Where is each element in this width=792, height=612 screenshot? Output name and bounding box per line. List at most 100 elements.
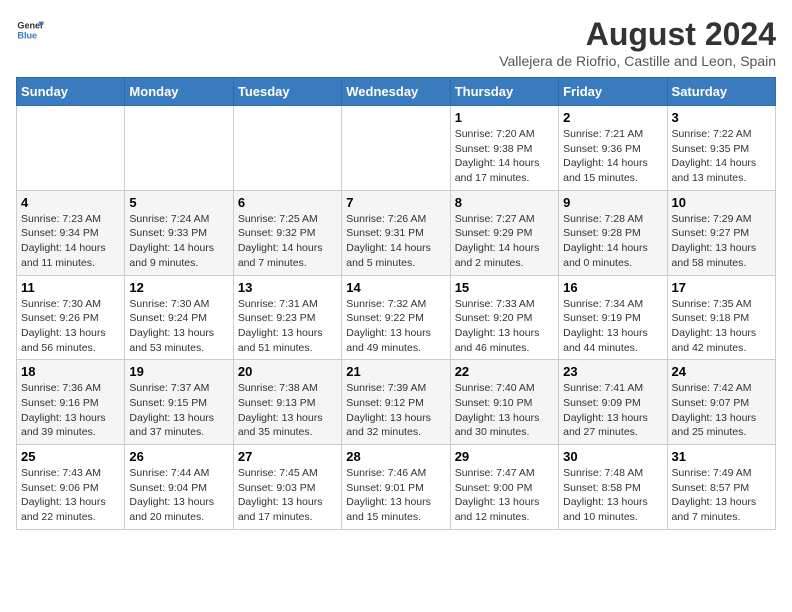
day-number: 2 — [563, 110, 662, 125]
day-info: Sunrise: 7:45 AM Sunset: 9:03 PM Dayligh… — [238, 466, 337, 525]
day-number: 12 — [129, 280, 228, 295]
day-number: 14 — [346, 280, 445, 295]
logo-icon: General Blue — [16, 16, 44, 44]
calendar-cell: 6 Sunrise: 7:25 AM Sunset: 9:32 PM Daylig… — [233, 190, 341, 275]
day-number: 10 — [672, 195, 771, 210]
calendar-cell: 10 Sunrise: 7:29 AM Sunset: 9:27 PM Dayli… — [667, 190, 775, 275]
day-number: 4 — [21, 195, 120, 210]
day-info: Sunrise: 7:41 AM Sunset: 9:09 PM Dayligh… — [563, 381, 662, 440]
day-number: 16 — [563, 280, 662, 295]
calendar-cell: 17 Sunrise: 7:35 AM Sunset: 9:18 PM Dayli… — [667, 275, 775, 360]
day-info: Sunrise: 7:31 AM Sunset: 9:23 PM Dayligh… — [238, 297, 337, 356]
day-info: Sunrise: 7:44 AM Sunset: 9:04 PM Dayligh… — [129, 466, 228, 525]
day-number: 30 — [563, 449, 662, 464]
day-info: Sunrise: 7:40 AM Sunset: 9:10 PM Dayligh… — [455, 381, 554, 440]
calendar-cell: 24Sunrise: 7:42 AM Sunset: 9:07 PM Dayli… — [667, 360, 775, 445]
day-number: 27 — [238, 449, 337, 464]
calendar-cell: 29Sunrise: 7:47 AM Sunset: 9:00 PM Dayli… — [450, 445, 558, 530]
weekday-header-sunday: Sunday — [17, 78, 125, 106]
calendar-cell: 16 Sunrise: 7:34 AM Sunset: 9:19 PM Dayli… — [559, 275, 667, 360]
day-info: Sunrise: 7:43 AM Sunset: 9:06 PM Dayligh… — [21, 466, 120, 525]
day-info: Sunrise: 7:21 AM Sunset: 9:36 PM Dayligh… — [563, 127, 662, 186]
calendar-cell: 13 Sunrise: 7:31 AM Sunset: 9:23 PM Dayli… — [233, 275, 341, 360]
day-number: 9 — [563, 195, 662, 210]
day-info: Sunrise: 7:38 AM Sunset: 9:13 PM Dayligh… — [238, 381, 337, 440]
day-info: Sunrise: 7:26 AM Sunset: 9:31 PM Dayligh… — [346, 212, 445, 271]
calendar-cell — [233, 106, 341, 191]
day-info: Sunrise: 7:35 AM Sunset: 9:18 PM Dayligh… — [672, 297, 771, 356]
calendar-table: SundayMondayTuesdayWednesdayThursdayFrid… — [16, 77, 776, 530]
calendar-cell: 26 Sunrise: 7:44 AM Sunset: 9:04 PM Dayli… — [125, 445, 233, 530]
day-number: 29 — [455, 449, 554, 464]
svg-text:Blue: Blue — [17, 30, 37, 40]
day-info: Sunrise: 7:25 AM Sunset: 9:32 PM Dayligh… — [238, 212, 337, 271]
calendar-cell: 31 Sunrise: 7:49 AM Sunset: 8:57 PM Dayli… — [667, 445, 775, 530]
calendar-cell: 5 Sunrise: 7:24 AM Sunset: 9:33 PM Daylig… — [125, 190, 233, 275]
day-info: Sunrise: 7:36 AM Sunset: 9:16 PM Dayligh… — [21, 381, 120, 440]
calendar-header: SundayMondayTuesdayWednesdayThursdayFrid… — [17, 78, 776, 106]
day-info: Sunrise: 7:29 AM Sunset: 9:27 PM Dayligh… — [672, 212, 771, 271]
day-info: Sunrise: 7:30 AM Sunset: 9:26 PM Dayligh… — [21, 297, 120, 356]
calendar-week-1: 1 Sunrise: 7:20 AM Sunset: 9:38 PM Daylig… — [17, 106, 776, 191]
calendar-cell: 30 Sunrise: 7:48 AM Sunset: 8:58 PM Dayli… — [559, 445, 667, 530]
title-block: August 2024 Vallejera de Riofrio, Castil… — [499, 16, 776, 69]
day-number: 17 — [672, 280, 771, 295]
calendar-cell: 3 Sunrise: 7:22 AM Sunset: 9:35 PM Daylig… — [667, 106, 775, 191]
day-number: 25 — [21, 449, 120, 464]
weekday-header-thursday: Thursday — [450, 78, 558, 106]
day-number: 1 — [455, 110, 554, 125]
day-info: Sunrise: 7:32 AM Sunset: 9:22 PM Dayligh… — [346, 297, 445, 356]
location-subtitle: Vallejera de Riofrio, Castille and Leon,… — [499, 53, 776, 69]
calendar-cell: 2 Sunrise: 7:21 AM Sunset: 9:36 PM Daylig… — [559, 106, 667, 191]
day-number: 28 — [346, 449, 445, 464]
day-number: 21 — [346, 364, 445, 379]
weekday-header-wednesday: Wednesday — [342, 78, 450, 106]
day-number: 6 — [238, 195, 337, 210]
day-number: 8 — [455, 195, 554, 210]
logo: General Blue — [16, 16, 44, 44]
day-info: Sunrise: 7:24 AM Sunset: 9:33 PM Dayligh… — [129, 212, 228, 271]
calendar-cell: 20 Sunrise: 7:38 AM Sunset: 9:13 PM Dayli… — [233, 360, 341, 445]
day-info: Sunrise: 7:22 AM Sunset: 9:35 PM Dayligh… — [672, 127, 771, 186]
day-number: 13 — [238, 280, 337, 295]
day-info: Sunrise: 7:34 AM Sunset: 9:19 PM Dayligh… — [563, 297, 662, 356]
calendar-cell: 27 Sunrise: 7:45 AM Sunset: 9:03 PM Dayli… — [233, 445, 341, 530]
day-number: 3 — [672, 110, 771, 125]
calendar-cell: 21 Sunrise: 7:39 AM Sunset: 9:12 PM Dayli… — [342, 360, 450, 445]
calendar-cell: 7Sunrise: 7:26 AM Sunset: 9:31 PM Daylig… — [342, 190, 450, 275]
day-info: Sunrise: 7:49 AM Sunset: 8:57 PM Dayligh… — [672, 466, 771, 525]
calendar-cell: 19 Sunrise: 7:37 AM Sunset: 9:15 PM Dayli… — [125, 360, 233, 445]
day-info: Sunrise: 7:27 AM Sunset: 9:29 PM Dayligh… — [455, 212, 554, 271]
calendar-cell: 1 Sunrise: 7:20 AM Sunset: 9:38 PM Daylig… — [450, 106, 558, 191]
day-info: Sunrise: 7:23 AM Sunset: 9:34 PM Dayligh… — [21, 212, 120, 271]
calendar-cell: 28 Sunrise: 7:46 AM Sunset: 9:01 PM Dayli… — [342, 445, 450, 530]
calendar-cell — [17, 106, 125, 191]
day-number: 20 — [238, 364, 337, 379]
calendar-cell: 22Sunrise: 7:40 AM Sunset: 9:10 PM Dayli… — [450, 360, 558, 445]
calendar-cell: 8 Sunrise: 7:27 AM Sunset: 9:29 PM Daylig… — [450, 190, 558, 275]
day-number: 31 — [672, 449, 771, 464]
weekday-header-tuesday: Tuesday — [233, 78, 341, 106]
day-number: 11 — [21, 280, 120, 295]
calendar-cell: 18 Sunrise: 7:36 AM Sunset: 9:16 PM Dayli… — [17, 360, 125, 445]
calendar-cell: 15 Sunrise: 7:33 AM Sunset: 9:20 PM Dayli… — [450, 275, 558, 360]
day-info: Sunrise: 7:30 AM Sunset: 9:24 PM Dayligh… — [129, 297, 228, 356]
calendar-cell: 11 Sunrise: 7:30 AM Sunset: 9:26 PM Dayli… — [17, 275, 125, 360]
weekday-header-monday: Monday — [125, 78, 233, 106]
day-info: Sunrise: 7:48 AM Sunset: 8:58 PM Dayligh… — [563, 466, 662, 525]
day-number: 5 — [129, 195, 228, 210]
calendar-cell: 9Sunrise: 7:28 AM Sunset: 9:28 PM Daylig… — [559, 190, 667, 275]
day-number: 26 — [129, 449, 228, 464]
day-info: Sunrise: 7:33 AM Sunset: 9:20 PM Dayligh… — [455, 297, 554, 356]
day-info: Sunrise: 7:37 AM Sunset: 9:15 PM Dayligh… — [129, 381, 228, 440]
calendar-week-2: 4 Sunrise: 7:23 AM Sunset: 9:34 PM Daylig… — [17, 190, 776, 275]
page-header: General Blue August 2024 Vallejera de Ri… — [16, 16, 776, 69]
month-year-title: August 2024 — [499, 16, 776, 53]
day-info: Sunrise: 7:46 AM Sunset: 9:01 PM Dayligh… — [346, 466, 445, 525]
day-number: 19 — [129, 364, 228, 379]
day-number: 18 — [21, 364, 120, 379]
calendar-cell — [342, 106, 450, 191]
day-info: Sunrise: 7:39 AM Sunset: 9:12 PM Dayligh… — [346, 381, 445, 440]
day-info: Sunrise: 7:20 AM Sunset: 9:38 PM Dayligh… — [455, 127, 554, 186]
day-number: 15 — [455, 280, 554, 295]
